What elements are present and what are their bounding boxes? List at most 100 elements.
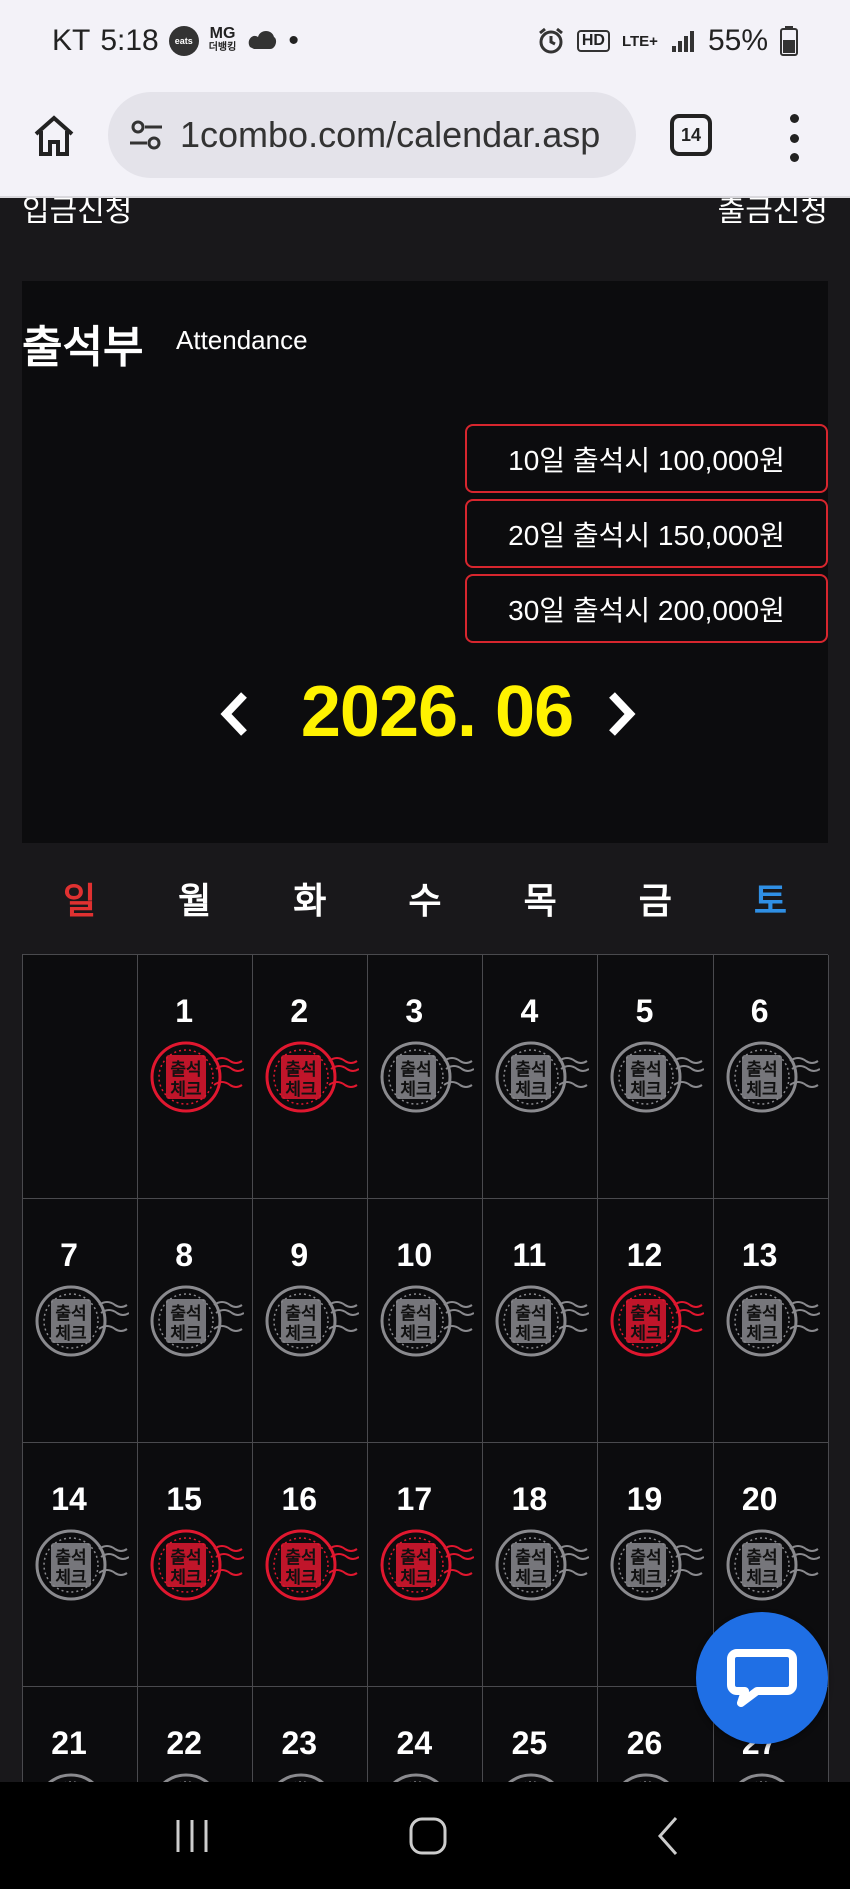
- attendance-stamp-icon: 출석체크: [35, 1529, 129, 1601]
- stamp-label-bottom: 체크: [401, 1324, 433, 1344]
- alarm-icon: [538, 27, 563, 54]
- attendance-stamp-icon: 출석체크: [163, 1773, 210, 1782]
- calendar-day[interactable]: 19 출석 체크: [598, 1443, 714, 1687]
- chevron-left-icon[interactable]: [214, 689, 254, 739]
- home-nav-icon[interactable]: [406, 1814, 450, 1858]
- stamp-label-bottom: 체크: [746, 1324, 778, 1344]
- tune-icon[interactable]: [128, 117, 164, 153]
- url-field[interactable]: 1combo.com/calendar.asp: [108, 92, 636, 178]
- attendance-stamp-checked-icon: 출석체크: [265, 1041, 360, 1113]
- mg-sub-label: 더뱅킹: [208, 42, 237, 53]
- day-number: 12: [626, 1237, 663, 1273]
- day-number: 25: [511, 1725, 548, 1761]
- home-icon[interactable]: [30, 112, 78, 160]
- day-number: 10: [396, 1237, 433, 1273]
- day-number: 26: [626, 1725, 663, 1761]
- day-number: 11: [512, 1237, 547, 1273]
- stamp-label-top: 출석: [631, 1548, 662, 1568]
- attendance-stamp-icon: 출석체크: [726, 1285, 820, 1357]
- stamp-label-bottom: 체크: [170, 1568, 202, 1588]
- withdraw-link[interactable]: 출금신청: [718, 198, 828, 230]
- stamp-label-bottom: 체크: [516, 1324, 548, 1344]
- battery-icon: [780, 26, 798, 56]
- overflow-menu-button[interactable]: [782, 114, 806, 162]
- tab-switcher-button[interactable]: 14: [670, 114, 712, 156]
- reward-list: 10일 출석시 100,000원 20일 출석시 150,000원 30일 출석…: [465, 424, 828, 649]
- calendar-day[interactable]: 9 출석 체크: [253, 1199, 369, 1443]
- cloud-notification-icon: [249, 31, 277, 49]
- stamp-label-bottom: 체크: [516, 1080, 548, 1100]
- clock: 5:18: [100, 24, 159, 57]
- attendance-stamp-icon: 출석체크: [393, 1773, 440, 1782]
- attendance-stamp-icon: 출석체크: [35, 1285, 129, 1357]
- calendar-day[interactable]: 24 출석체크: [368, 1687, 484, 1782]
- attendance-stamp-icon: 출석체크: [150, 1285, 245, 1357]
- day-number: 6: [750, 993, 769, 1029]
- calendar-day[interactable]: 17 출석 체크: [368, 1443, 484, 1687]
- day-number: 18: [511, 1481, 548, 1517]
- calendar-day[interactable]: 23 출석체크: [253, 1687, 369, 1782]
- day-number: 15: [166, 1481, 202, 1517]
- day-number: 7: [60, 1237, 78, 1273]
- calendar-day[interactable]: 6 출석 체크: [713, 955, 829, 1199]
- system-nav-bar: [0, 1782, 850, 1889]
- signal-icon: [671, 31, 694, 52]
- calendar-day[interactable]: 5 출석 체크: [598, 955, 714, 1199]
- stamp-label-bottom: 체크: [401, 1080, 433, 1100]
- chat-bubble-icon: [727, 1649, 797, 1707]
- chevron-right-icon[interactable]: [602, 689, 642, 739]
- attendance-stamp-checked-icon: 출석체크: [150, 1529, 245, 1601]
- stamp-label-bottom: 체크: [746, 1568, 778, 1588]
- calendar-day[interactable]: 13 출석 체크: [713, 1199, 829, 1443]
- stamp-label-top: 출석: [170, 1304, 201, 1324]
- back-icon[interactable]: [648, 1814, 692, 1858]
- calendar-day[interactable]: 26 출석체크: [598, 1687, 714, 1782]
- day-number: 2: [290, 993, 309, 1029]
- attendance-stamp-icon: 출석체크: [726, 1529, 820, 1601]
- weekday-header: 일 월 화 수 목 금 토: [22, 843, 828, 953]
- calendar-day[interactable]: 14 출석 체크: [23, 1443, 139, 1687]
- attendance-stamp-icon: 출석체크: [623, 1773, 670, 1782]
- calendar-day[interactable]: 25 출석체크: [483, 1687, 599, 1782]
- attendance-stamp-checked-icon: 출석체크: [610, 1285, 705, 1357]
- stamp-label-top: 출석: [746, 1548, 777, 1568]
- day-number: 24: [396, 1725, 433, 1761]
- attendance-stamp-icon: 출석체크: [47, 1773, 95, 1782]
- current-month: 2026. 06: [300, 672, 574, 752]
- calendar-day[interactable]: 12 출석 체크: [598, 1199, 714, 1443]
- calendar-day[interactable]: 4 출석 체크: [483, 955, 599, 1199]
- day-number: 1: [175, 993, 194, 1029]
- stamp-label-top: 출석: [55, 1548, 86, 1568]
- calendar-day[interactable]: 2 출석 체크: [253, 955, 369, 1199]
- stamp-label-top: 출석: [631, 1304, 662, 1324]
- calendar-day[interactable]: 7 출석 체크: [23, 1199, 139, 1443]
- calendar-day[interactable]: 11 출석 체크: [483, 1199, 599, 1443]
- day-number: 23: [281, 1725, 318, 1761]
- calendar-day[interactable]: 16 출석 체크: [253, 1443, 369, 1687]
- stamp-label-top: 출석: [631, 1060, 662, 1080]
- page-subtitle: Attendance: [176, 325, 308, 355]
- stamp-label-bottom: 체크: [286, 1080, 318, 1100]
- calendar-day[interactable]: 22 출석체크: [138, 1687, 254, 1782]
- calendar-day[interactable]: 8 출석 체크: [138, 1199, 254, 1443]
- stamp-label-top: 출석: [55, 1304, 86, 1324]
- calendar-day[interactable]: 15 출석 체크: [138, 1443, 254, 1687]
- recents-icon[interactable]: [172, 1814, 216, 1858]
- menu-dot: [789, 153, 799, 162]
- stamp-label-top: 출석: [170, 1060, 201, 1080]
- attendance-stamp-icon: 출석체크: [610, 1529, 705, 1601]
- calendar-day[interactable]: 18 출석 체크: [483, 1443, 599, 1687]
- calendar-day[interactable]: 3 출석 체크: [368, 955, 484, 1199]
- battery-percent: 55%: [707, 24, 768, 57]
- attendance-stamp-icon: 출석체크: [495, 1285, 590, 1357]
- calendar-day[interactable]: 1 출석 체크: [138, 955, 254, 1199]
- weekday-sun: 일: [63, 880, 97, 921]
- attendance-stamp-icon: 출석체크: [278, 1773, 325, 1782]
- url-text[interactable]: 1combo.com/calendar.asp: [180, 114, 600, 156]
- calendar-day[interactable]: 10 출석 체크: [368, 1199, 484, 1443]
- deposit-link[interactable]: 입금신청: [22, 198, 132, 230]
- day-number: 21: [51, 1725, 87, 1761]
- chat-button[interactable]: [696, 1612, 828, 1744]
- coupang-eats-icon: eats: [168, 26, 199, 56]
- calendar-day[interactable]: 21 출석체크: [23, 1687, 139, 1782]
